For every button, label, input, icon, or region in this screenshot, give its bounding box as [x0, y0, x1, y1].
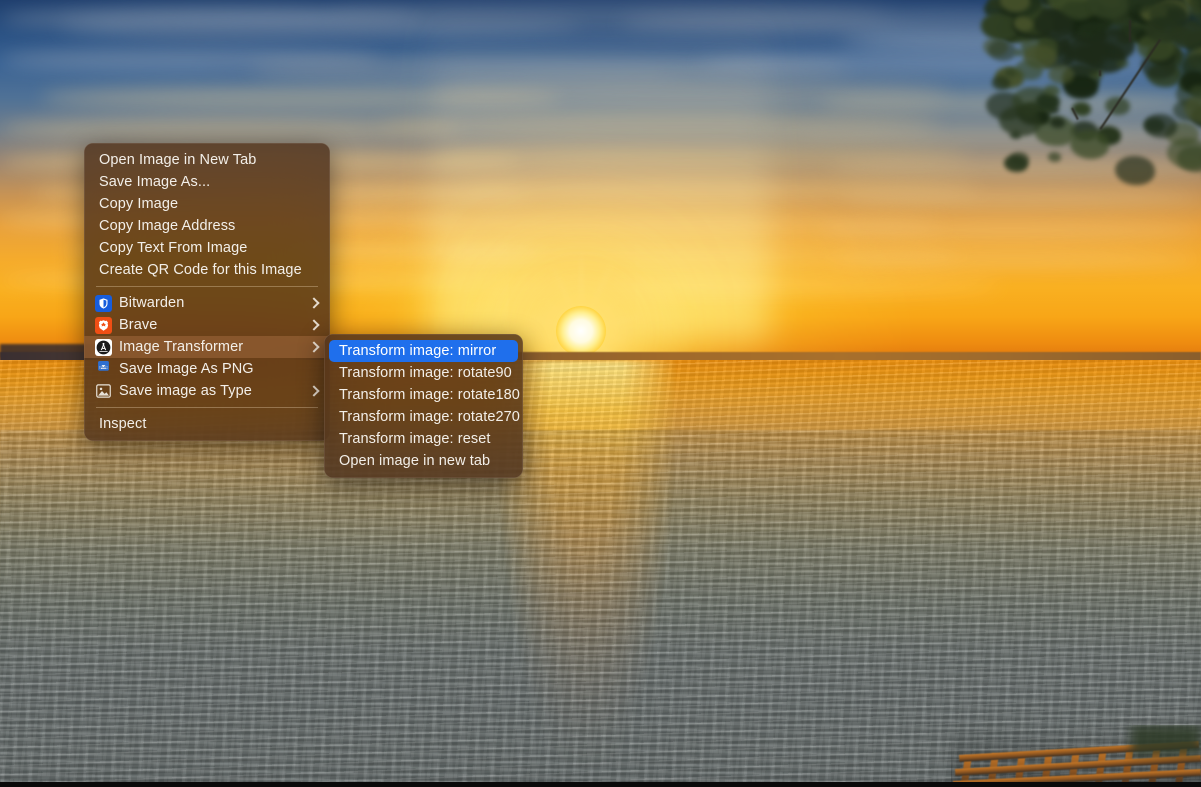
menu-separator	[96, 407, 318, 408]
image-context-menu[interactable]: Open Image in New Tab Save Image As... Cop…	[84, 143, 330, 441]
tree-leaf	[1143, 113, 1178, 138]
dock	[951, 725, 1201, 787]
submenu-item-transform-image-rotate180[interactable]: Transform image: rotate180	[324, 384, 523, 406]
submenu-item-label: Transform image: reset	[339, 431, 491, 447]
tree-leaf	[1069, 130, 1110, 159]
menu-item-brave[interactable]: Brave	[84, 314, 330, 336]
menu-item-label: Save image as Type	[119, 383, 252, 399]
submenu-item-label: Transform image: rotate270	[339, 409, 520, 425]
menu-item-label: Save Image As PNG	[119, 361, 254, 377]
chevron-right-icon	[309, 386, 319, 396]
menu-item-copy-image[interactable]: Copy Image	[84, 193, 330, 215]
tree-leaf	[1015, 60, 1043, 81]
menu-item-save-image-as[interactable]: Save Image As...	[84, 171, 330, 193]
submenu-item-transform-image-mirror[interactable]: Transform image: mirror	[329, 340, 518, 362]
menu-item-label: Bitwarden	[119, 295, 185, 311]
menu-item-label: Copy Text From Image	[99, 240, 248, 256]
submenu-item-transform-image-rotate270[interactable]: Transform image: rotate270	[324, 406, 523, 428]
menu-item-copy-text-from-image[interactable]: Copy Text From Image	[84, 237, 330, 259]
tree-leaf	[1047, 64, 1075, 84]
tree-leaf	[1069, 35, 1111, 66]
image-transformer-icon	[95, 338, 112, 356]
cloud-band	[120, 26, 420, 40]
submenu-item-label: Transform image: rotate90	[339, 365, 512, 381]
save-png-icon: PNG	[95, 360, 112, 378]
dock-vegetation	[1131, 725, 1201, 755]
bottom-edge-bar	[0, 782, 1201, 787]
brave-icon	[95, 316, 112, 334]
chevron-right-icon	[309, 342, 319, 352]
menu-item-label: Copy Image Address	[99, 218, 236, 234]
screen: Open Image in New Tab Save Image As... Cop…	[0, 0, 1201, 787]
menu-item-label: Brave	[119, 317, 158, 333]
menu-item-image-transformer[interactable]: Image Transformer	[84, 336, 330, 358]
menu-item-create-qr-code-for-this-image[interactable]: Create QR Code for this Image	[84, 259, 330, 281]
tree-foliage	[981, 0, 1201, 220]
tree-leaf	[987, 40, 1017, 61]
chevron-right-icon	[309, 298, 319, 308]
submenu-item-transform-image-reset[interactable]: Transform image: reset	[324, 428, 523, 450]
sun-disc	[556, 306, 606, 356]
tree-leaf	[1115, 58, 1130, 69]
tree-leaf	[1013, 48, 1024, 57]
menu-item-save-image-as-png[interactable]: PNG Save Image As PNG	[84, 358, 330, 380]
menu-item-label: Save Image As...	[99, 174, 211, 190]
tree-leaf	[1115, 155, 1156, 185]
submenu-item-label: Transform image: rotate180	[339, 387, 520, 403]
menu-separator	[96, 286, 318, 287]
menu-item-save-image-as-type[interactable]: Save image as Type	[84, 380, 330, 402]
tree-leaf	[1013, 17, 1033, 31]
menu-item-label: Copy Image	[99, 196, 179, 212]
menu-item-label: Open Image in New Tab	[99, 152, 257, 168]
tree-branch	[1098, 70, 1101, 76]
menu-item-inspect[interactable]: Inspect	[84, 413, 330, 435]
tree-leaf	[1167, 138, 1201, 169]
save-as-type-icon	[95, 383, 112, 400]
menu-item-label: Inspect	[99, 416, 147, 432]
menu-item-copy-image-address[interactable]: Copy Image Address	[84, 215, 330, 237]
tree-leaf	[1048, 152, 1062, 162]
bitwarden-icon	[95, 294, 112, 312]
tree-leaf	[1149, 2, 1186, 29]
menu-item-open-image-in-new-tab[interactable]: Open Image in New Tab	[84, 149, 330, 171]
tree-leaf	[999, 105, 1042, 137]
tree-leaf	[1003, 154, 1028, 172]
tree-branch	[1128, 20, 1131, 42]
submenu-item-label: Transform image: mirror	[339, 343, 497, 359]
submenu-item-transform-image-rotate90[interactable]: Transform image: rotate90	[324, 362, 523, 384]
submenu-item-label: Open image in new tab	[339, 453, 491, 469]
menu-item-bitwarden[interactable]: Bitwarden	[84, 292, 330, 314]
menu-item-label: Create QR Code for this Image	[99, 262, 302, 278]
tree-leaf	[1049, 117, 1065, 128]
menu-item-label: Image Transformer	[119, 339, 244, 355]
image-transformer-submenu[interactable]: Transform image: mirror Transform image: …	[324, 334, 523, 478]
tree-leaf	[991, 76, 1010, 90]
submenu-item-open-image-in-new-tab[interactable]: Open image in new tab	[324, 450, 523, 472]
chevron-right-icon	[309, 320, 319, 330]
